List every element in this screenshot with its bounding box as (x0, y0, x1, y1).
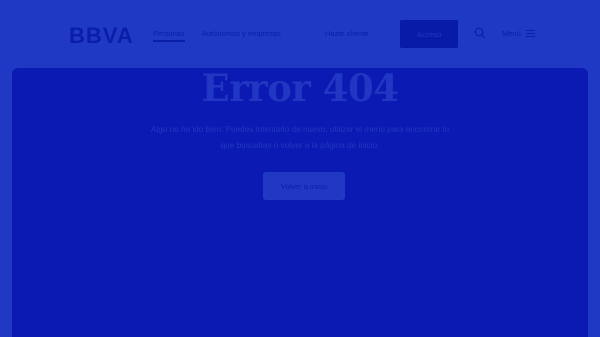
nav-autonomos-empresas[interactable]: Autónomos y empresas (202, 29, 281, 38)
search-icon[interactable] (474, 27, 486, 39)
site-header: BBVA Personas Autónomos y empresas Hazte… (0, 0, 600, 68)
error-title: Error 404 (201, 66, 399, 110)
menu-label: Menú (502, 28, 521, 38)
menu-icon (525, 29, 535, 37)
nav-hazte-cliente[interactable]: Hazte cliente (325, 29, 368, 38)
error-message: Algo no ha ido bien. Puedes intentarlo d… (150, 125, 450, 150)
svg-text:BBVA: BBVA (69, 24, 134, 46)
nav-personas[interactable]: Personas (153, 29, 185, 38)
acceso-button[interactable]: Acceso (400, 20, 458, 48)
bbva-logo[interactable]: BBVA (69, 24, 137, 46)
acceso-button-label: Acceso (416, 29, 442, 39)
back-home-button-label: Volver a inicio (280, 181, 328, 191)
nav-active-underline (153, 40, 185, 42)
back-home-button[interactable]: Volver a inicio (263, 172, 345, 200)
menu-button[interactable]: Menú (502, 27, 535, 39)
